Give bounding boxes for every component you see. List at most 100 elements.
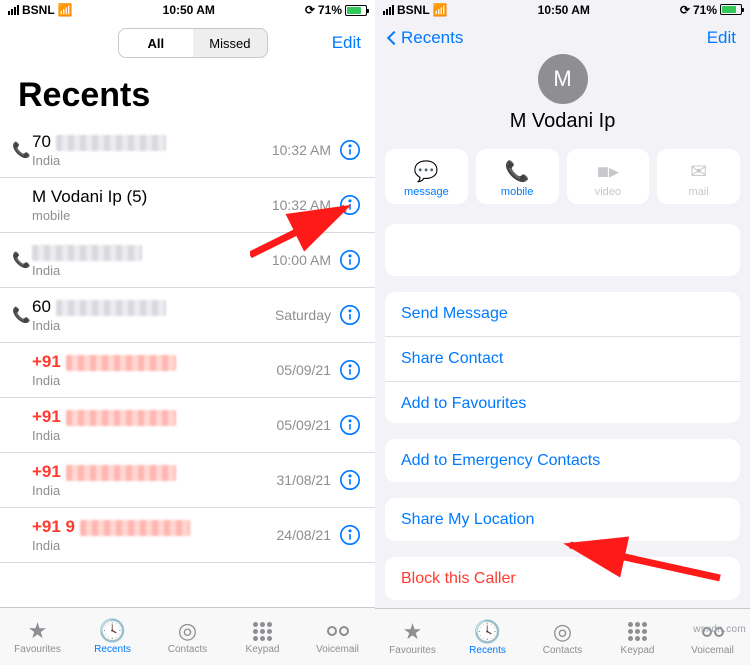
phone-icon: 📞 (480, 159, 555, 184)
outgoing-call-icon: 📞 (12, 306, 32, 324)
call-sublabel: India (32, 483, 277, 498)
block-card: Block this Caller (385, 557, 740, 600)
message-icon: 💬 (389, 159, 464, 184)
edit-button[interactable]: Edit (707, 28, 736, 48)
caller-name: 70 (32, 132, 272, 152)
watermark: wsxdn.com (693, 624, 746, 635)
call-row[interactable]: +91 India05/09/21 (0, 343, 375, 398)
emergency-card: Add to Emergency Contacts (385, 439, 740, 482)
edit-button[interactable]: Edit (332, 33, 361, 53)
info-icon[interactable] (339, 304, 361, 326)
info-icon[interactable] (339, 524, 361, 546)
caller-name: +91 (32, 407, 277, 427)
video-action[interactable]: ■▸video (567, 149, 650, 204)
call-sublabel: India (32, 428, 277, 443)
tab-keypad[interactable]: Keypad (225, 618, 300, 655)
caller-name: +91 (32, 352, 277, 372)
info-icon[interactable] (339, 139, 361, 161)
recents-screen: BSNL 📶 10:50 AM ⟳ 71% All Missed Edit Re… (0, 0, 375, 665)
chevron-left-icon (387, 30, 401, 44)
actions-card: Send Message Share Contact Add to Favour… (385, 292, 740, 423)
call-row[interactable]: +91 India31/08/21 (0, 453, 375, 508)
outgoing-call-icon: 📞 (12, 251, 32, 269)
seg-missed[interactable]: Missed (193, 29, 267, 57)
tab-keypad[interactable]: Keypad (600, 619, 675, 656)
call-time: 31/08/21 (277, 472, 332, 488)
mail-action[interactable]: ✉mail (657, 149, 740, 204)
tab-favourites[interactable]: ★Favourites (375, 619, 450, 656)
contact-name: M Vodani Ip (375, 110, 750, 133)
tab-contacts[interactable]: ◎Contacts (525, 619, 600, 656)
call-sublabel: India (32, 373, 277, 388)
seg-all[interactable]: All (119, 29, 193, 57)
call-row[interactable]: +91 9 India24/08/21 (0, 508, 375, 563)
info-icon[interactable] (339, 249, 361, 271)
info-icon[interactable] (339, 469, 361, 491)
caller-name (32, 242, 272, 262)
battery-icon (720, 4, 742, 15)
caller-name: +91 (32, 462, 277, 482)
call-sublabel: India (32, 318, 275, 333)
tab-bar: ★Favourites 🕓Recents ◎Contacts Keypad Vo… (0, 607, 375, 665)
call-time: 10:32 AM (272, 142, 331, 158)
battery-icon (345, 5, 367, 16)
call-row[interactable]: M Vodani Ip (5)mobile10:32 AM (0, 178, 375, 233)
call-sublabel: India (32, 538, 277, 553)
segmented-control[interactable]: All Missed (118, 28, 268, 58)
outgoing-call-icon: 📞 (12, 141, 32, 159)
call-time: 05/09/21 (277, 417, 332, 433)
back-button[interactable]: Recents (389, 28, 463, 48)
signal-icon (383, 5, 394, 15)
caller-name: M Vodani Ip (5) (32, 187, 272, 207)
tab-contacts[interactable]: ◎Contacts (150, 618, 225, 655)
status-time: 10:50 AM (163, 3, 215, 17)
call-time: Saturday (275, 307, 331, 323)
page-title: Recents (0, 66, 375, 123)
call-row[interactable]: 📞India10:00 AM (0, 233, 375, 288)
keypad-icon (253, 622, 272, 641)
add-favourites-option[interactable]: Add to Favourites (385, 382, 740, 423)
call-time: 05/09/21 (277, 362, 332, 378)
detail-card (385, 224, 740, 277)
star-icon: ★ (375, 619, 450, 645)
share-location-option[interactable]: Share My Location (385, 498, 740, 541)
call-row[interactable]: 📞60 IndiaSaturday (0, 288, 375, 343)
call-sublabel: India (32, 153, 272, 168)
message-action[interactable]: 💬message (385, 149, 468, 204)
info-icon[interactable] (339, 359, 361, 381)
call-row[interactable]: +91 India05/09/21 (0, 398, 375, 453)
call-row[interactable]: 📞70 India10:32 AM (0, 123, 375, 178)
tab-voicemail[interactable]: Voicemail (300, 618, 375, 655)
caller-name: +91 9 (32, 517, 277, 537)
status-bar: BSNL 📶 10:50 AM ⟳ 71% (375, 0, 750, 20)
send-message-option[interactable]: Send Message (385, 292, 740, 337)
tab-favourites[interactable]: ★Favourites (0, 618, 75, 655)
call-time: 24/08/21 (277, 527, 332, 543)
tab-recents[interactable]: 🕓Recents (75, 618, 150, 655)
tab-recents[interactable]: 🕓Recents (450, 619, 525, 656)
wifi-icon: 📶 (58, 3, 73, 17)
clock-icon: 🕓 (450, 619, 525, 645)
star-icon: ★ (0, 618, 75, 644)
caller-name: 60 (32, 297, 275, 317)
call-sublabel: India (32, 263, 272, 278)
signal-icon (8, 5, 19, 15)
tab-bar: ★Favourites 🕓Recents ◎Contacts Keypad Vo… (375, 608, 750, 665)
mail-icon: ✉ (661, 159, 736, 184)
info-icon[interactable] (339, 194, 361, 216)
carrier-label: BSNL (22, 3, 55, 17)
call-time: 10:32 AM (272, 197, 331, 213)
add-emergency-option[interactable]: Add to Emergency Contacts (385, 439, 740, 482)
block-caller-option[interactable]: Block this Caller (385, 557, 740, 600)
video-icon: ■▸ (571, 159, 646, 184)
keypad-icon (628, 622, 647, 641)
share-contact-option[interactable]: Share Contact (385, 337, 740, 382)
avatar: M (538, 54, 588, 104)
info-icon[interactable] (339, 414, 361, 436)
mobile-action[interactable]: 📞mobile (476, 149, 559, 204)
call-sublabel: mobile (32, 208, 272, 223)
recents-list[interactable]: 📞70 India10:32 AMM Vodani Ip (5)mobile10… (0, 123, 375, 607)
voicemail-icon (327, 626, 349, 636)
status-bar: BSNL 📶 10:50 AM ⟳ 71% (0, 0, 375, 20)
wifi-icon: 📶 (433, 3, 448, 17)
